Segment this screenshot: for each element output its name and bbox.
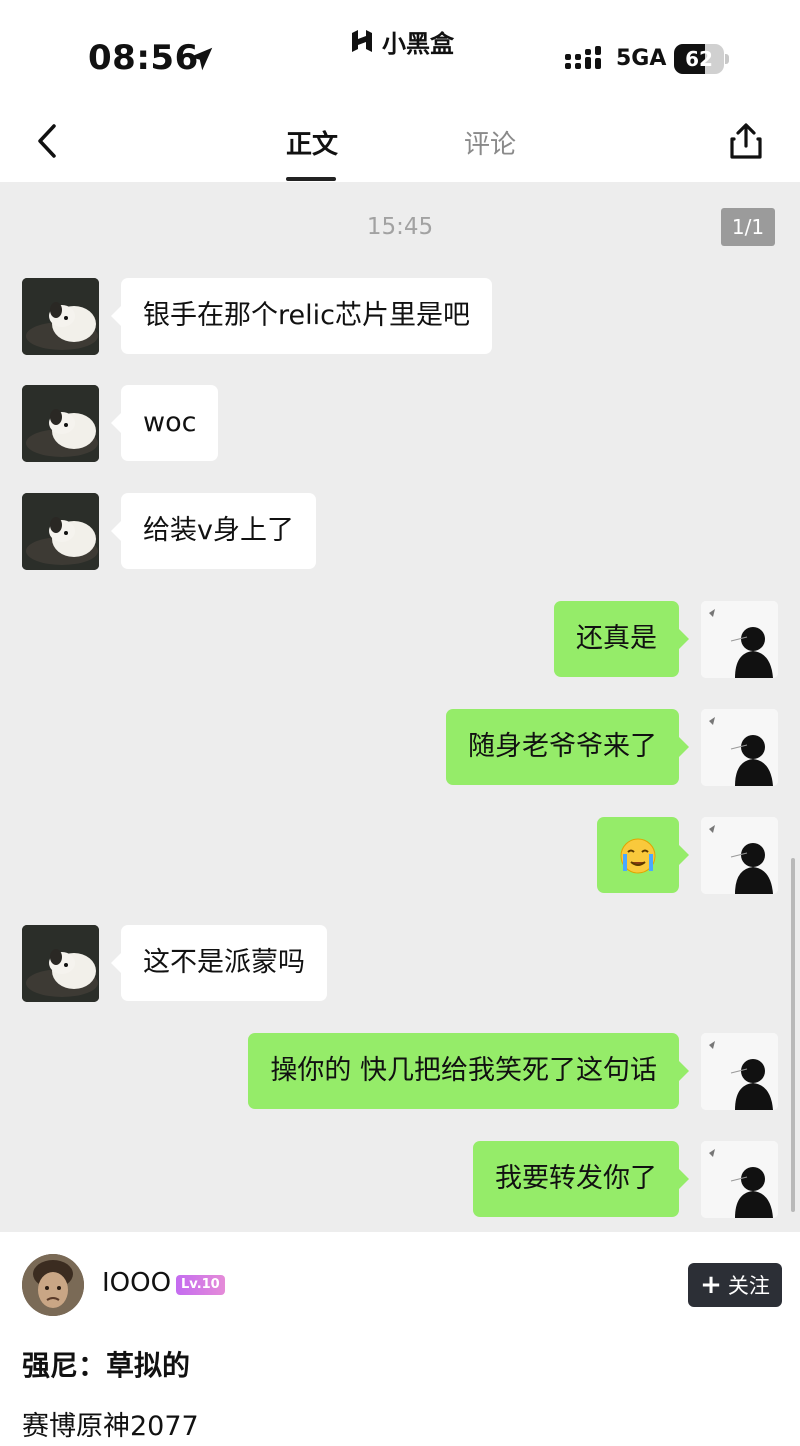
- post-body: 赛博原神2077: [22, 1411, 199, 1442]
- my-avatar: [701, 709, 778, 786]
- signal-icon: [565, 46, 601, 69]
- message-bubble-incoming: 银手在那个relic芯片里是吧: [111, 278, 492, 354]
- message-bubble-outgoing: 操你的 快几把给我笑死了这句话: [248, 1033, 689, 1109]
- tab-comments[interactable]: 评论: [464, 124, 516, 161]
- app-logo-icon: [352, 30, 372, 52]
- status-bar: 08:56 小黑盒 5GA 62: [0, 0, 800, 100]
- message-bubble-outgoing: 随身老爷爷来了: [446, 709, 689, 785]
- app-name: 小黑盒: [382, 29, 454, 58]
- message-bubble-incoming: 给装v身上了: [111, 493, 316, 569]
- battery-label: 62: [685, 47, 713, 71]
- location-arrow-icon: [189, 47, 213, 71]
- contact-avatar: [22, 278, 99, 355]
- tab-article[interactable]: 正文: [286, 124, 338, 161]
- active-tab-indicator: [286, 177, 336, 181]
- top-nav: 正文 评论: [0, 100, 800, 182]
- chat-screenshot: 15:45 1/1 银手在那个relic芯片里是吧 woc 给装v身上了 还真是…: [0, 182, 800, 1232]
- my-avatar: [701, 1033, 778, 1110]
- contact-avatar: [22, 385, 99, 462]
- my-avatar: [701, 601, 778, 678]
- contact-avatar: [22, 493, 99, 570]
- my-avatar: [701, 817, 778, 894]
- follow-button[interactable]: + 关注: [688, 1263, 782, 1307]
- network-type: 5GA: [616, 46, 667, 71]
- image-page-indicator: 1/1: [721, 208, 775, 246]
- status-time: 08:56: [88, 38, 199, 78]
- message-bubble-outgoing: [597, 817, 689, 893]
- message-bubble-outgoing: 我要转发你了: [473, 1141, 689, 1217]
- message-bubble-outgoing: 还真是: [554, 601, 689, 677]
- back-chevron-icon[interactable]: [30, 120, 66, 162]
- post-footer: IOOO Lv.10 + 关注 强尼：草拟的 赛博原神2077: [0, 1232, 800, 1446]
- follow-label: 关注: [727, 1274, 770, 1298]
- message-bubble-incoming: 这不是派蒙吗: [111, 925, 327, 1001]
- post-title: 强尼：草拟的: [22, 1349, 191, 1382]
- contact-avatar: [22, 925, 99, 1002]
- chat-timestamp: 15:45: [366, 214, 434, 240]
- message-bubble-incoming: woc: [110, 385, 219, 461]
- plus-icon: +: [700, 1270, 722, 1300]
- level-badge: Lv.10: [176, 1275, 225, 1295]
- share-icon[interactable]: [726, 122, 766, 162]
- author-name[interactable]: IOOO: [102, 1268, 171, 1298]
- crying-face-emoji-icon: [620, 838, 656, 873]
- author-avatar[interactable]: [22, 1254, 84, 1316]
- app-brand: 小黑盒: [348, 24, 454, 58]
- scrollbar: [791, 858, 795, 1212]
- battery-icon: 62: [674, 44, 730, 74]
- my-avatar: [701, 1141, 778, 1218]
